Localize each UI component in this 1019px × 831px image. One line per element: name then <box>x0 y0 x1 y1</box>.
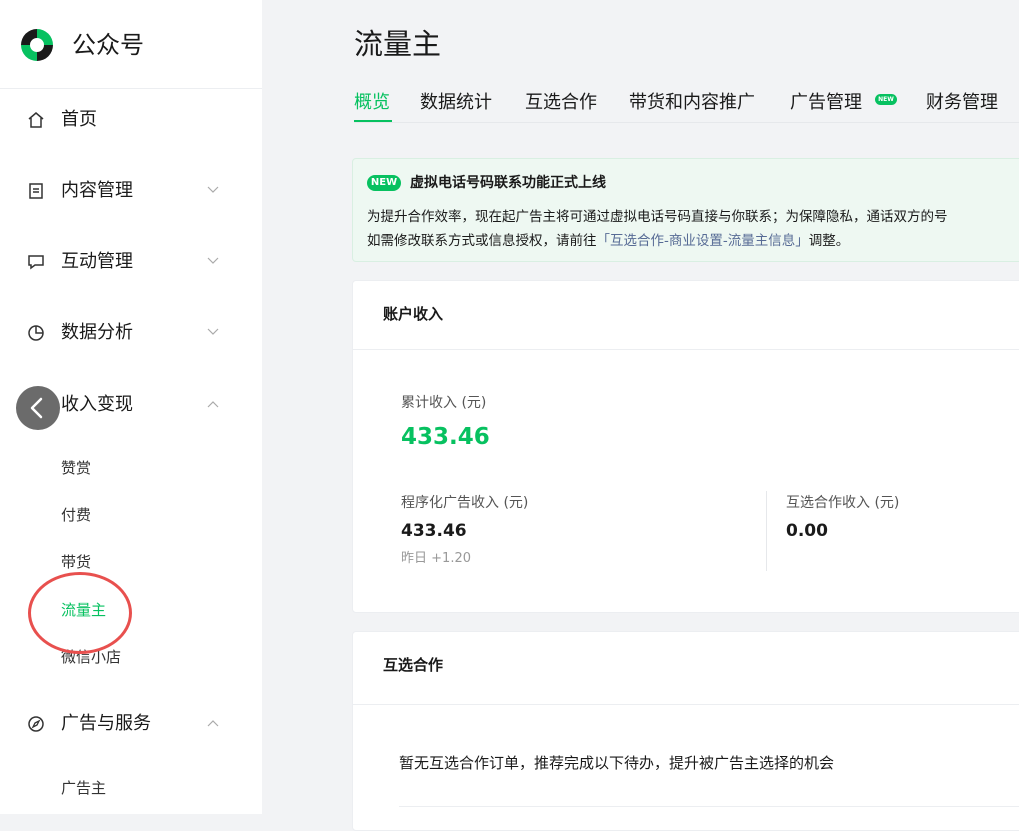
new-badge: NEW <box>367 175 401 191</box>
chevron-up-icon <box>207 720 219 727</box>
sidebar-item-label: 广告与服务 <box>61 713 151 734</box>
back-button[interactable] <box>16 386 60 430</box>
page-title: 流量主 <box>354 27 442 61</box>
brand-header: 公众号 <box>0 0 262 89</box>
sidebar-subitem-paid[interactable]: 付费 <box>61 504 91 526</box>
card-title: 账户收入 <box>383 305 444 323</box>
total-income-value: 433.46 <box>401 424 490 450</box>
programmatic-income-value: 433.46 <box>401 521 467 541</box>
sidebar-item-ads-services[interactable]: 广告与服务 <box>0 704 262 744</box>
yesterday-value: +1.20 <box>431 551 471 566</box>
document-icon <box>29 183 43 199</box>
sidebar-subitem-traffic-master[interactable]: 流量主 <box>61 599 106 621</box>
announcement-line-1: 为提升合作效率，现在起广告主将可通过虚拟电话号码直接与你联系；为保障隐私，通话双… <box>367 209 948 225</box>
sidebar-item-home[interactable]: 首页 <box>0 100 262 140</box>
sidebar-item-label: 内容管理 <box>61 180 133 201</box>
compass-icon <box>28 716 44 732</box>
home-icon <box>28 112 44 128</box>
announcement-line-2-suffix: 调整。 <box>808 233 850 249</box>
sidebar-item-label: 互动管理 <box>61 251 133 272</box>
sidebar: 公众号 首页 内容管理 互动管理 数据分析 收入变现 赞赏 付费 带货 流量主 … <box>0 0 262 814</box>
tab-data-statistics[interactable]: 数据统计 <box>420 90 492 116</box>
business-settings-link[interactable]: 「互选合作-商业设置-流量主信息」 <box>597 233 809 249</box>
account-income-card: 账户收入 累计收入 (元) 433.46 程序化广告收入 (元) 433.46 … <box>352 280 1019 613</box>
card-title: 互选合作 <box>383 656 444 674</box>
mutual-income-label: 互选合作收入 (元) <box>786 495 900 511</box>
total-income-label: 累计收入 (元) <box>401 395 487 411</box>
tab-ad-management[interactable]: 广告管理 <box>790 90 862 116</box>
sidebar-item-content[interactable]: 内容管理 <box>0 171 262 211</box>
chevron-down-icon <box>207 257 219 264</box>
chevron-down-icon <box>207 186 219 193</box>
tab-commerce-promotion[interactable]: 带货和内容推广 <box>629 90 755 116</box>
mutual-income-value: 0.00 <box>786 521 828 541</box>
pie-chart-icon <box>28 325 44 341</box>
tabs-divider <box>354 122 1019 123</box>
sidebar-item-analytics[interactable]: 数据分析 <box>0 313 262 353</box>
tab-bar: 概览 数据统计 互选合作 带货和内容推广 广告管理 NEW 财务管理 <box>354 84 1019 124</box>
tab-finance[interactable]: 财务管理 <box>926 90 998 116</box>
main-content: 流量主 概览 数据统计 互选合作 带货和内容推广 广告管理 NEW 财务管理 N… <box>262 0 1019 831</box>
sidebar-subitem-reward[interactable]: 赞赏 <box>61 457 91 479</box>
mutual-cooperation-card: 互选合作 暂无互选合作订单，推荐完成以下待办，提升被广告主选择的机会 <box>352 631 1019 831</box>
sidebar-item-label: 数据分析 <box>61 322 133 343</box>
announcement-line-2-prefix: 如需修改联系方式或信息授权，请前往 <box>367 233 597 249</box>
card-header: 账户收入 <box>353 281 1019 350</box>
new-badge: NEW <box>875 94 897 105</box>
announcement-title: 虚拟电话号码联系功能正式上线 <box>410 175 606 191</box>
card-header: 互选合作 <box>353 632 1019 705</box>
programmatic-income-label: 程序化广告收入 (元) <box>401 495 529 511</box>
sidebar-subitem-wechat-store[interactable]: 微信小店 <box>61 646 121 668</box>
wechat-official-account-logo-icon <box>21 29 53 61</box>
chat-icon <box>28 255 44 270</box>
chevron-up-icon <box>207 401 219 408</box>
column-divider <box>766 491 767 571</box>
chevron-left-icon <box>30 397 43 419</box>
empty-state-text: 暂无互选合作订单，推荐完成以下待办，提升被广告主选择的机会 <box>399 754 835 772</box>
sidebar-subitem-advertiser[interactable]: 广告主 <box>61 777 106 799</box>
announcement-line-2: 如需修改联系方式或信息授权，请前往「互选合作-商业设置-流量主信息」调整。 <box>367 231 849 251</box>
chevron-down-icon <box>207 328 219 335</box>
sidebar-item-label: 收入变现 <box>61 394 133 415</box>
tab-mutual-cooperation[interactable]: 互选合作 <box>525 90 597 116</box>
divider <box>399 806 1019 807</box>
sidebar-item-interaction[interactable]: 互动管理 <box>0 242 262 282</box>
sidebar-item-label: 首页 <box>61 109 97 130</box>
tab-overview[interactable]: 概览 <box>354 90 390 116</box>
yesterday-change: 昨日 +1.20 <box>401 550 471 568</box>
sidebar-subitem-commerce[interactable]: 带货 <box>61 551 91 573</box>
brand-name: 公众号 <box>72 31 144 59</box>
announcement-banner: NEW 虚拟电话号码联系功能正式上线 为提升合作效率，现在起广告主将可通过虚拟电… <box>352 158 1019 262</box>
yesterday-label: 昨日 <box>401 551 428 566</box>
